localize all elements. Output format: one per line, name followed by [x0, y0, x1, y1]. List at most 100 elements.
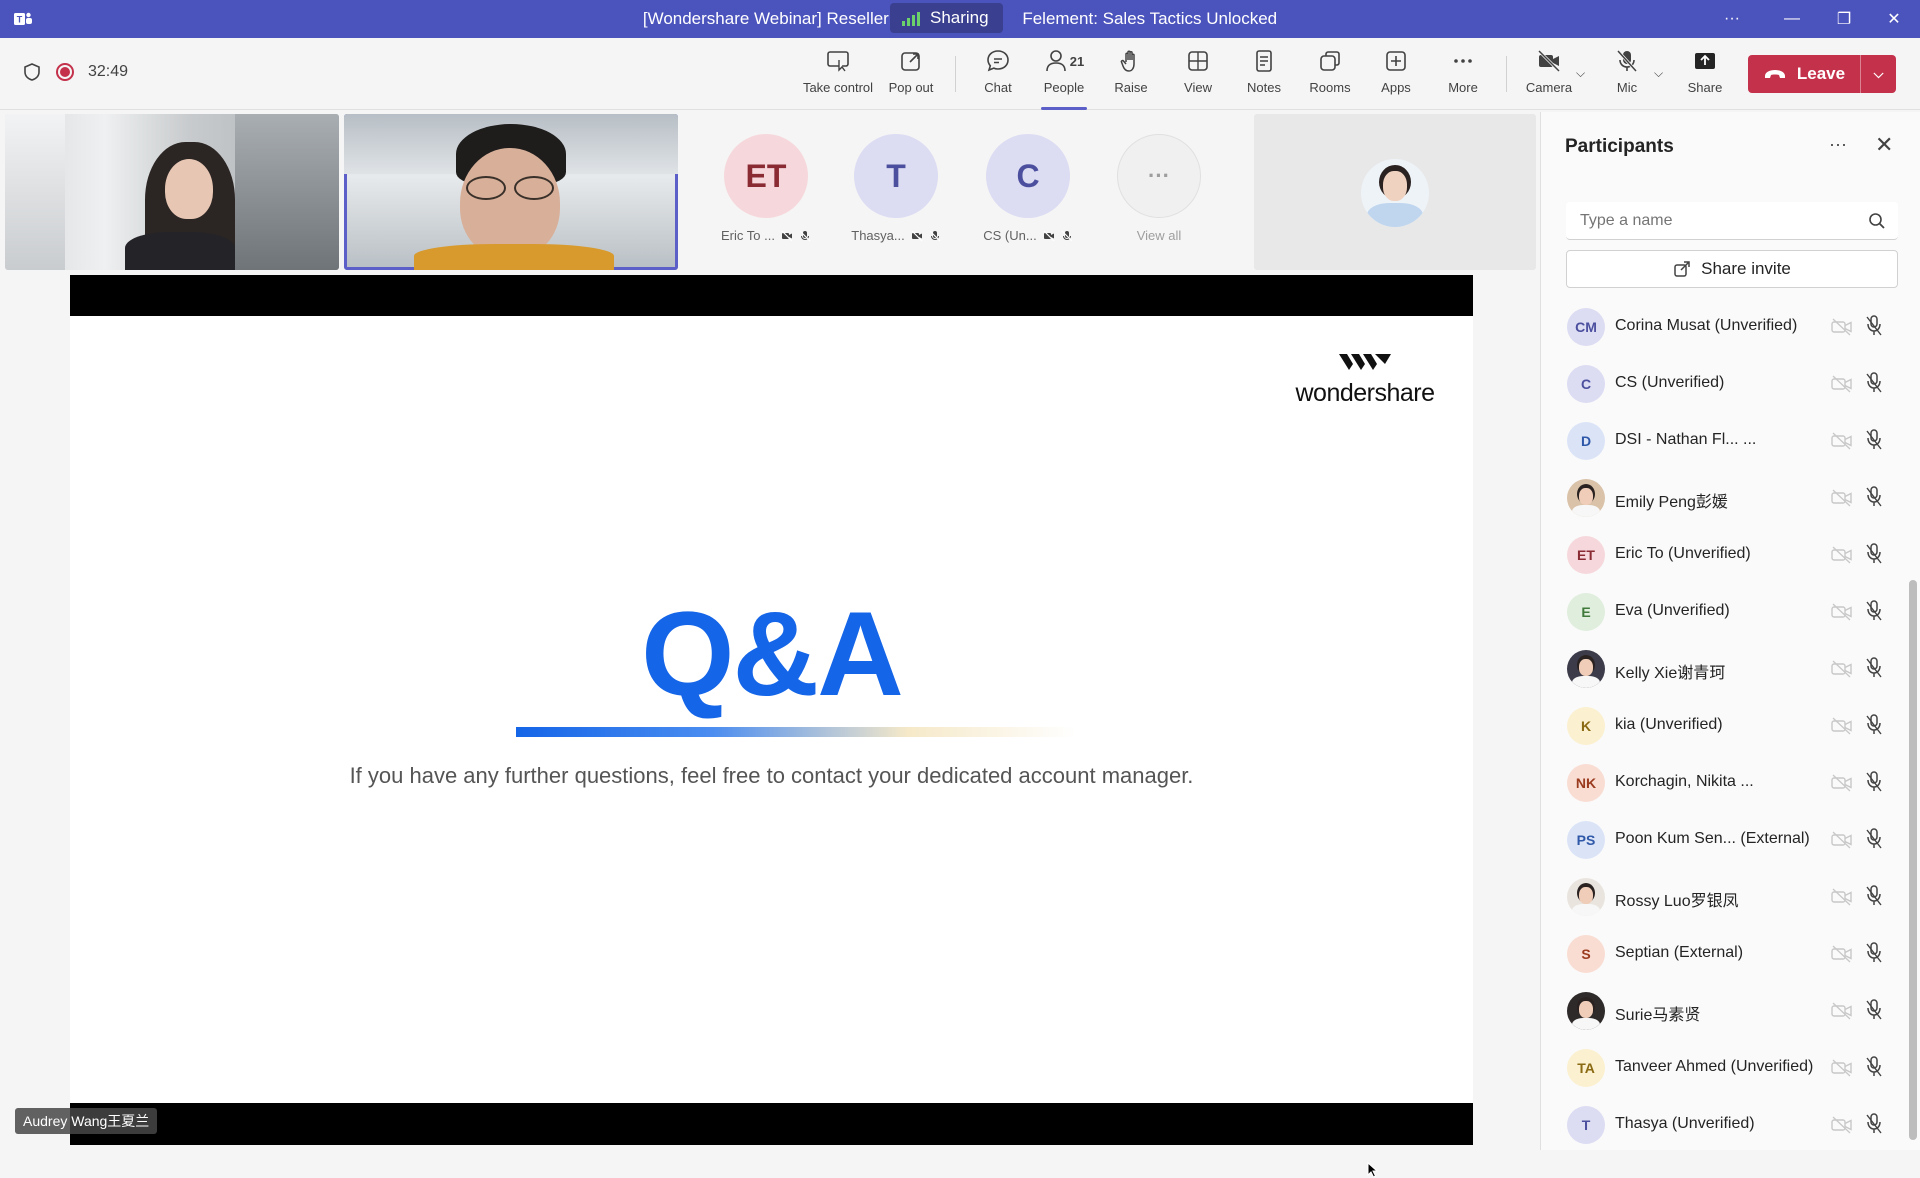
restore-button[interactable]: ❐: [1818, 0, 1870, 38]
view-label: View: [1184, 80, 1212, 95]
participant-row[interactable]: Kelly Xie谢青珂: [1541, 642, 1903, 699]
participant-name: Kelly Xie谢青珂: [1615, 665, 1726, 682]
participant-row[interactable]: Emily Peng彭媛: [1541, 471, 1903, 528]
chat-icon: [987, 50, 1009, 72]
participant-search: [1566, 202, 1898, 240]
apps-button[interactable]: Apps: [1361, 48, 1431, 104]
participant-row[interactable]: ET Eric To (Unverified): [1541, 528, 1903, 585]
participant-row[interactable]: Surie马素贤: [1541, 984, 1903, 1041]
raise-label: Raise: [1114, 80, 1148, 95]
view-all-glyph: ···: [1148, 163, 1170, 188]
camera-off-icon: [1831, 318, 1852, 336]
rooms-button[interactable]: Rooms: [1295, 48, 1365, 104]
pop-out-button[interactable]: Pop out: [876, 48, 946, 104]
participant-row[interactable]: Rossy Luo罗银凤: [1541, 870, 1903, 927]
shared-screen: wondershare Q&A If you have any further …: [70, 275, 1473, 1178]
people-label: People: [1043, 80, 1085, 95]
participant-name: Eric To (Unverified): [1615, 545, 1751, 562]
share-button[interactable]: Share: [1670, 48, 1740, 104]
camera-off-icon: [1831, 774, 1852, 792]
search-input[interactable]: [1566, 202, 1846, 240]
participant-row[interactable]: CM Corina Musat (Unverified): [1541, 300, 1903, 357]
mic-off-icon: [1866, 315, 1882, 336]
avatar-name: Thasya...: [851, 228, 905, 243]
participant-row[interactable]: S Septian (External): [1541, 927, 1903, 984]
participant-name: Corina Musat (Unverified): [1615, 317, 1798, 334]
participant-row[interactable]: C CS (Unverified): [1541, 357, 1903, 414]
more-button[interactable]: More: [1428, 48, 1498, 104]
wondershare-logo: wondershare: [1295, 350, 1435, 408]
wondershare-mark-icon: [1339, 354, 1391, 370]
slide-subtitle: If you have any further questions, feel …: [349, 763, 1194, 788]
participant-row[interactable]: NK Korchagin, Nikita ...: [1541, 756, 1903, 813]
camera-off-icon: [1831, 1059, 1852, 1077]
panel-more-icon[interactable]: ···: [1829, 134, 1847, 155]
mic-off-icon: [929, 230, 941, 241]
pop-out-icon: [901, 52, 920, 71]
camera-off-icon: [1831, 888, 1852, 906]
mic-off-icon: [1866, 942, 1882, 963]
avatar-photo: [1567, 992, 1605, 1030]
meeting-toolbar: 32:49 Take control Pop out Chat 21 Peopl…: [0, 38, 1920, 110]
share-invite-icon: [1674, 261, 1690, 277]
avatar: T: [854, 134, 938, 218]
avatar: ET: [724, 134, 808, 218]
participant-row[interactable]: E Eva (Unverified): [1541, 585, 1903, 642]
window-more-button[interactable]: ···: [1706, 0, 1758, 38]
mic-off-icon: [1061, 230, 1073, 241]
active-speaker-video-tile[interactable]: [344, 114, 678, 270]
letterbox-top: [70, 275, 1473, 316]
camera-options-chevron-icon[interactable]: ⌵: [1576, 66, 1585, 81]
raise-hand-button[interactable]: Raise: [1096, 48, 1166, 104]
take-control-label: Take control: [802, 80, 874, 95]
window-title-right: Felement: Sales Tactics Unlocked: [1022, 9, 1278, 28]
participants-panel: Participants ··· ✕ Share invite CM Corina…: [1540, 112, 1920, 1150]
minimize-button[interactable]: —: [1766, 0, 1818, 38]
more-label: More: [1448, 80, 1478, 95]
mic-label: Mic: [1616, 80, 1638, 95]
chat-button[interactable]: Chat: [963, 48, 1033, 104]
search-icon[interactable]: [1868, 212, 1886, 230]
camera-off-icon: [1831, 1116, 1852, 1134]
leave-options-chevron-icon[interactable]: ⌵: [1860, 55, 1896, 93]
share-invite-label: Share invite: [1701, 259, 1791, 278]
more-icon: ···: [1724, 10, 1740, 27]
self-video-tile[interactable]: [1254, 114, 1536, 270]
participant-row[interactable]: Kkia (Unverified): [1541, 699, 1903, 756]
share-invite-button[interactable]: Share invite: [1566, 250, 1898, 288]
people-button[interactable]: 21 People: [1029, 48, 1099, 110]
mic-off-icon: [1866, 372, 1882, 393]
notes-icon: [1256, 50, 1272, 72]
participant-row[interactable]: D DSI - Nathan Fl... ...: [1541, 414, 1903, 471]
view-button[interactable]: View: [1163, 48, 1233, 104]
take-control-button[interactable]: Take control: [802, 48, 874, 104]
avatar: PS: [1567, 821, 1605, 859]
shield-icon[interactable]: [22, 62, 42, 82]
avatar-name-row: Thasya...: [841, 228, 951, 243]
participant-video-tile[interactable]: [5, 114, 339, 270]
avatar-initials: CM: [1575, 319, 1597, 335]
avatar: K: [1567, 707, 1605, 745]
close-window-button[interactable]: ✕: [1868, 0, 1920, 38]
participant-row[interactable]: TA Tanveer Ahmed (Unverified): [1541, 1041, 1903, 1098]
panel-close-icon[interactable]: ✕: [1875, 132, 1893, 158]
recording-icon[interactable]: [56, 63, 74, 81]
participant-name: CS (Unverified): [1615, 374, 1725, 391]
sharing-indicator[interactable]: Sharing: [890, 3, 1003, 33]
mic-off-icon: [1866, 1056, 1882, 1077]
toolbar-divider: [1506, 56, 1507, 92]
participant-row[interactable]: T Thasya (Unverified): [1541, 1098, 1903, 1155]
mic-options-chevron-icon[interactable]: ⌵: [1654, 66, 1663, 81]
participant-name: Poon Kum Sen... (External): [1615, 830, 1810, 847]
mic-button[interactable]: Mic: [1592, 48, 1662, 104]
avatar-initials: E: [1581, 604, 1591, 620]
camera-button[interactable]: Camera: [1514, 48, 1584, 104]
leave-button[interactable]: Leave ⌵: [1748, 55, 1896, 93]
avatar-name-row: CS (Un...: [973, 228, 1083, 243]
mic-off-icon: [1866, 885, 1882, 906]
panel-scrollbar[interactable]: [1909, 580, 1917, 1140]
letterbox-bottom: [70, 1103, 1473, 1145]
leave-main[interactable]: Leave: [1748, 64, 1860, 84]
notes-button[interactable]: Notes: [1229, 48, 1299, 104]
participant-row[interactable]: PS Poon Kum Sen... (External): [1541, 813, 1903, 870]
